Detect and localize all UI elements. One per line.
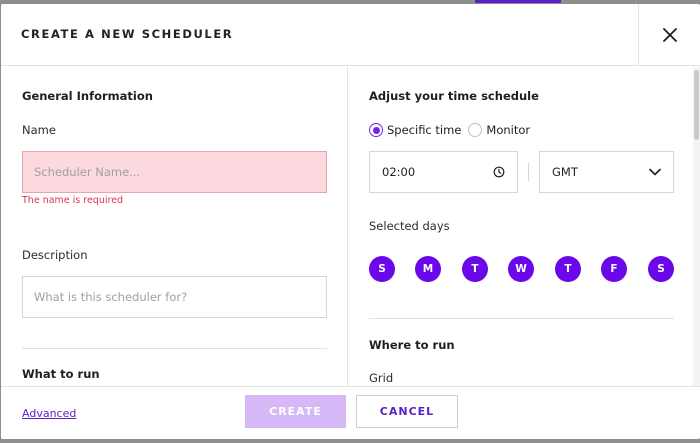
day-toggle-saturday[interactable]: S xyxy=(648,256,674,282)
advanced-link[interactable]: Advanced xyxy=(22,407,76,420)
cancel-button[interactable]: CANCEL xyxy=(356,395,458,428)
modal-body: General Information Name Scheduler Name.… xyxy=(1,67,700,386)
modal-title: CREATE A NEW SCHEDULER xyxy=(21,27,234,41)
timezone-value: GMT xyxy=(552,165,578,179)
scheduler-name-input[interactable]: Scheduler Name... xyxy=(22,151,327,193)
day-toggle-tuesday[interactable]: T xyxy=(462,256,488,282)
day-toggle-friday[interactable]: F xyxy=(601,256,627,282)
name-label: Name xyxy=(22,123,56,137)
specific-time-label[interactable]: Specific time xyxy=(387,123,461,137)
monitor-label[interactable]: Monitor xyxy=(486,123,530,137)
day-toggle-sunday[interactable]: S xyxy=(369,256,395,282)
modal-footer: Advanced CREATE CANCEL xyxy=(1,386,700,439)
timezone-select[interactable]: GMT xyxy=(539,151,674,193)
clock-icon[interactable] xyxy=(493,166,505,178)
right-divider xyxy=(369,318,674,319)
left-divider xyxy=(22,348,327,349)
day-toggle-wednesday[interactable]: W xyxy=(508,256,534,282)
modal-header: CREATE A NEW SCHEDULER xyxy=(1,4,700,66)
close-icon xyxy=(662,28,677,42)
chevron-down-icon xyxy=(649,168,661,176)
create-scheduler-modal: CREATE A NEW SCHEDULER General Informati… xyxy=(1,4,700,439)
close-button[interactable] xyxy=(638,4,700,66)
selected-days-label: Selected days xyxy=(369,219,450,233)
time-schedule-title: Adjust your time schedule xyxy=(369,89,539,103)
grid-label: Grid xyxy=(369,371,394,385)
column-divider xyxy=(347,67,348,386)
time-input[interactable]: 02:00 xyxy=(369,151,518,193)
general-information-title: General Information xyxy=(22,89,153,103)
description-label: Description xyxy=(22,248,88,262)
description-input[interactable]: What is this scheduler for? xyxy=(22,276,327,318)
specific-time-radio[interactable] xyxy=(369,123,383,137)
day-toggle-monday[interactable]: M xyxy=(415,256,441,282)
description-placeholder: What is this scheduler for? xyxy=(34,290,188,304)
name-error-message: The name is required xyxy=(22,195,124,206)
day-toggle-thursday[interactable]: T xyxy=(555,256,581,282)
monitor-radio[interactable] xyxy=(468,123,483,137)
schedule-mode-radio-group: Specific time Monitor xyxy=(369,122,537,138)
day-selector: S M T W T F S xyxy=(369,256,674,282)
background-accent-bar xyxy=(475,0,561,3)
where-to-run-title: Where to run xyxy=(369,338,455,352)
time-separator xyxy=(528,163,529,181)
create-button[interactable]: CREATE xyxy=(245,395,346,428)
scheduler-name-placeholder: Scheduler Name... xyxy=(34,165,141,179)
scrollbar[interactable] xyxy=(693,67,700,386)
what-to-run-title: What to run xyxy=(22,367,100,381)
scrollbar-thumb[interactable] xyxy=(694,70,699,140)
time-value: 02:00 xyxy=(382,165,416,179)
